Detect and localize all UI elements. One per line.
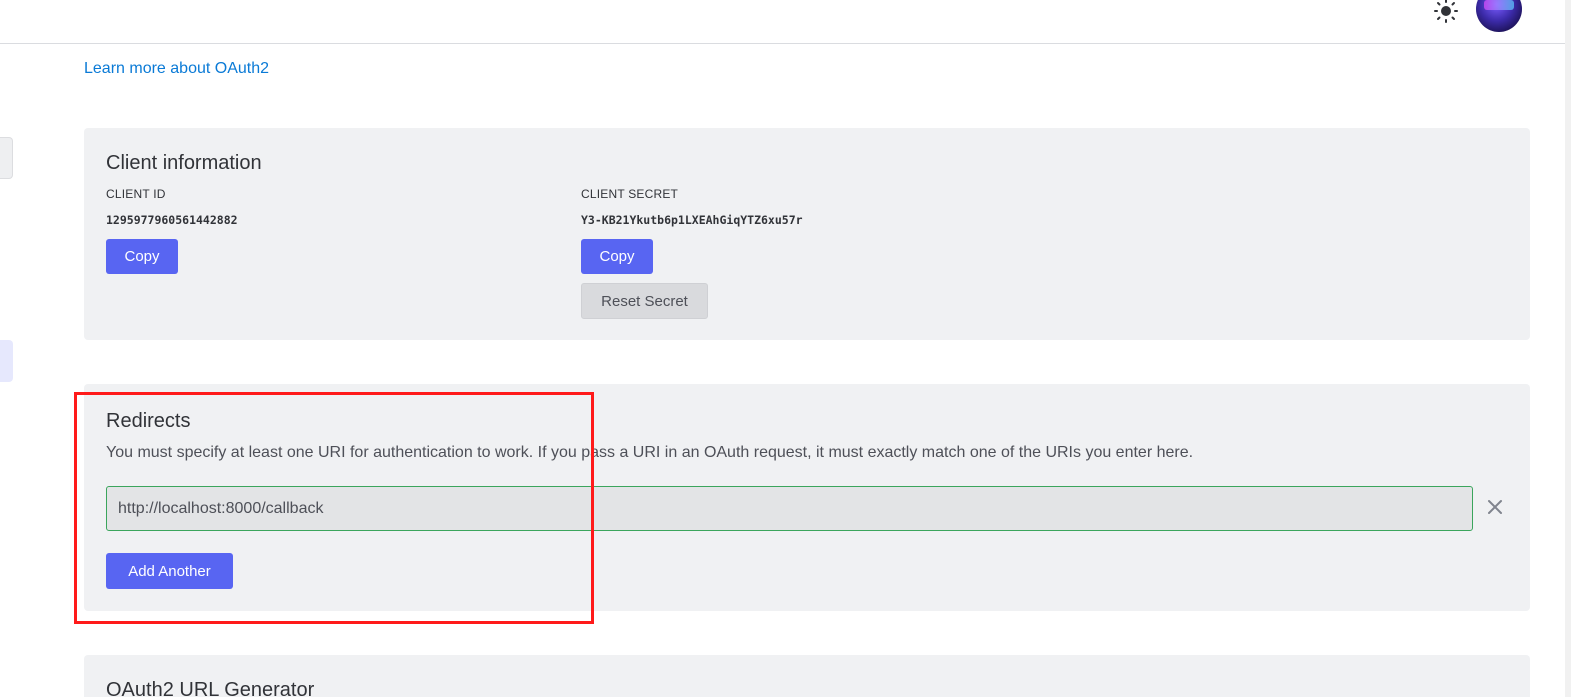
copy-client-id-button[interactable]: Copy	[106, 239, 178, 274]
page-scrollbar[interactable]	[1565, 0, 1571, 697]
user-avatar[interactable]	[1476, 0, 1522, 32]
client-information-card: Client information CLIENT ID 12959779605…	[84, 128, 1530, 340]
sidebar-item-active[interactable]	[0, 340, 13, 382]
add-another-redirect-button[interactable]: Add Another	[106, 553, 233, 589]
learn-more-oauth2-link[interactable]: Learn more about OAuth2	[84, 60, 269, 78]
client-id-value: 1295977960561442882	[106, 213, 238, 227]
redirects-description: You must specify at least one URI for au…	[106, 444, 1194, 461]
redirects-card: Redirects You must specify at least one …	[84, 384, 1530, 611]
copy-client-secret-button[interactable]: Copy	[581, 239, 653, 274]
client-secret-label: CLIENT SECRET	[581, 187, 679, 201]
redirect-uri-input[interactable]	[106, 486, 1473, 531]
client-information-title: Client information	[106, 152, 262, 174]
client-id-label: CLIENT ID	[106, 187, 166, 201]
top-bar	[0, 0, 1565, 44]
sidebar-item[interactable]	[0, 137, 13, 179]
close-icon[interactable]	[1486, 497, 1504, 517]
sun-icon[interactable]	[1433, 0, 1461, 24]
reset-secret-button[interactable]: Reset Secret	[581, 283, 708, 319]
client-secret-value: Y3-KB21Ykutb6p1LXEAhGiqYTZ6xu57r	[581, 213, 803, 227]
oauth2-url-generator-card: OAuth2 URL Generator	[84, 655, 1530, 697]
url-generator-title: OAuth2 URL Generator	[106, 679, 315, 697]
redirects-title: Redirects	[106, 410, 191, 432]
